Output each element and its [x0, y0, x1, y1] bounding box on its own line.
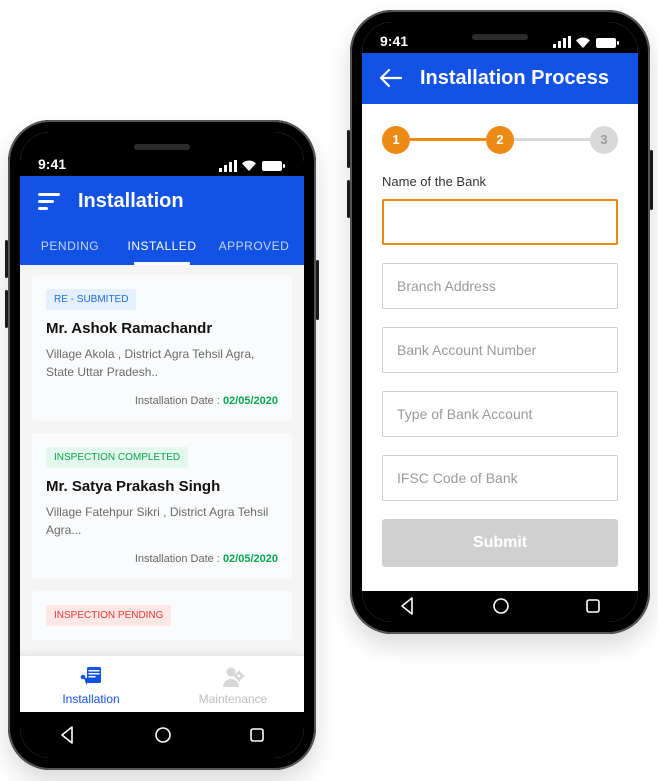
step-2[interactable]: 2	[486, 126, 514, 154]
page-title: Installation Process	[420, 67, 609, 90]
submit-button[interactable]: Submit	[382, 519, 618, 567]
installation-card[interactable]: RE - SUBMITED Mr. Ashok Ramachandr Villa…	[32, 275, 292, 421]
customer-address: Village Fatehpur Sikri , District Agra T…	[46, 503, 278, 539]
tab-pending[interactable]: PENDING	[24, 227, 116, 265]
customer-address: Village Akola , District Agra Tehsil Agr…	[46, 345, 278, 381]
step-1[interactable]: 1	[382, 126, 410, 154]
cellular-icon	[219, 161, 236, 172]
maintenance-icon	[220, 664, 246, 690]
step-line	[410, 138, 486, 141]
cellular-icon	[553, 37, 570, 48]
nav-label: Installation	[62, 692, 119, 706]
branch-address-input[interactable]: Branch Address	[382, 263, 618, 309]
stepper: 1 2 3	[382, 126, 618, 154]
account-number-input[interactable]: Bank Account Number	[382, 327, 618, 373]
back-button[interactable]	[398, 596, 418, 616]
status-badge: RE - SUBMITED	[46, 289, 136, 310]
android-nav	[362, 591, 638, 622]
recents-button[interactable]	[248, 726, 266, 744]
menu-icon[interactable]	[38, 193, 60, 210]
home-button[interactable]	[153, 725, 173, 745]
step-3[interactable]: 3	[590, 126, 618, 154]
bank-name-input[interactable]	[382, 199, 618, 245]
tab-bar: PENDING INSTALLED APPROVED	[20, 227, 304, 265]
tab-approved[interactable]: APPROVED	[208, 227, 300, 265]
status-badge: INSPECTION COMPLETED	[46, 447, 188, 468]
app-bar: Installation Process	[362, 53, 638, 104]
installation-card[interactable]: INSPECTION PENDING	[32, 591, 292, 640]
back-icon[interactable]	[380, 69, 402, 87]
phone-right: 9:41 Installation Process 1 2 3 Name of …	[350, 10, 650, 634]
tab-installed[interactable]: INSTALLED	[116, 227, 208, 265]
recents-button[interactable]	[584, 597, 602, 615]
customer-name: Mr. Ashok Ramachandr	[46, 320, 278, 337]
field-label-bank-name: Name of the Bank	[382, 174, 618, 189]
wifi-icon	[575, 37, 591, 49]
form: 1 2 3 Name of the Bank Branch Address Ba…	[362, 104, 638, 591]
phone-left: 9:41 Installation PENDING INSTALLED APPR…	[8, 120, 316, 770]
app-bar: Installation	[20, 176, 304, 227]
status-bar: 9:41	[20, 132, 304, 176]
home-button[interactable]	[491, 596, 511, 616]
step-line	[514, 138, 590, 141]
ifsc-code-input[interactable]: IFSC Code of Bank	[382, 455, 618, 501]
nav-maintenance[interactable]: Maintenance	[162, 656, 304, 712]
android-nav	[20, 712, 304, 758]
wifi-icon	[241, 160, 257, 172]
status-time: 9:41	[380, 33, 408, 49]
status-icons	[553, 37, 620, 49]
account-type-input[interactable]: Type of Bank Account	[382, 391, 618, 437]
installation-icon	[78, 664, 104, 690]
install-date: Installation Date : 02/05/2020	[46, 395, 278, 407]
customer-name: Mr. Satya Prakash Singh	[46, 478, 278, 495]
battery-icon	[262, 160, 286, 172]
status-icons	[219, 160, 286, 172]
battery-icon	[596, 37, 620, 49]
back-button[interactable]	[58, 725, 78, 745]
nav-installation[interactable]: Installation	[20, 656, 162, 712]
bottom-nav: Installation Maintenance	[20, 655, 304, 712]
install-date: Installation Date : 02/05/2020	[46, 553, 278, 565]
installation-card[interactable]: INSPECTION COMPLETED Mr. Satya Prakash S…	[32, 433, 292, 579]
status-time: 9:41	[38, 156, 66, 172]
status-badge: INSPECTION PENDING	[46, 605, 171, 626]
nav-label: Maintenance	[199, 692, 268, 706]
card-list: RE - SUBMITED Mr. Ashok Ramachandr Villa…	[20, 265, 304, 655]
page-title: Installation	[78, 190, 184, 213]
